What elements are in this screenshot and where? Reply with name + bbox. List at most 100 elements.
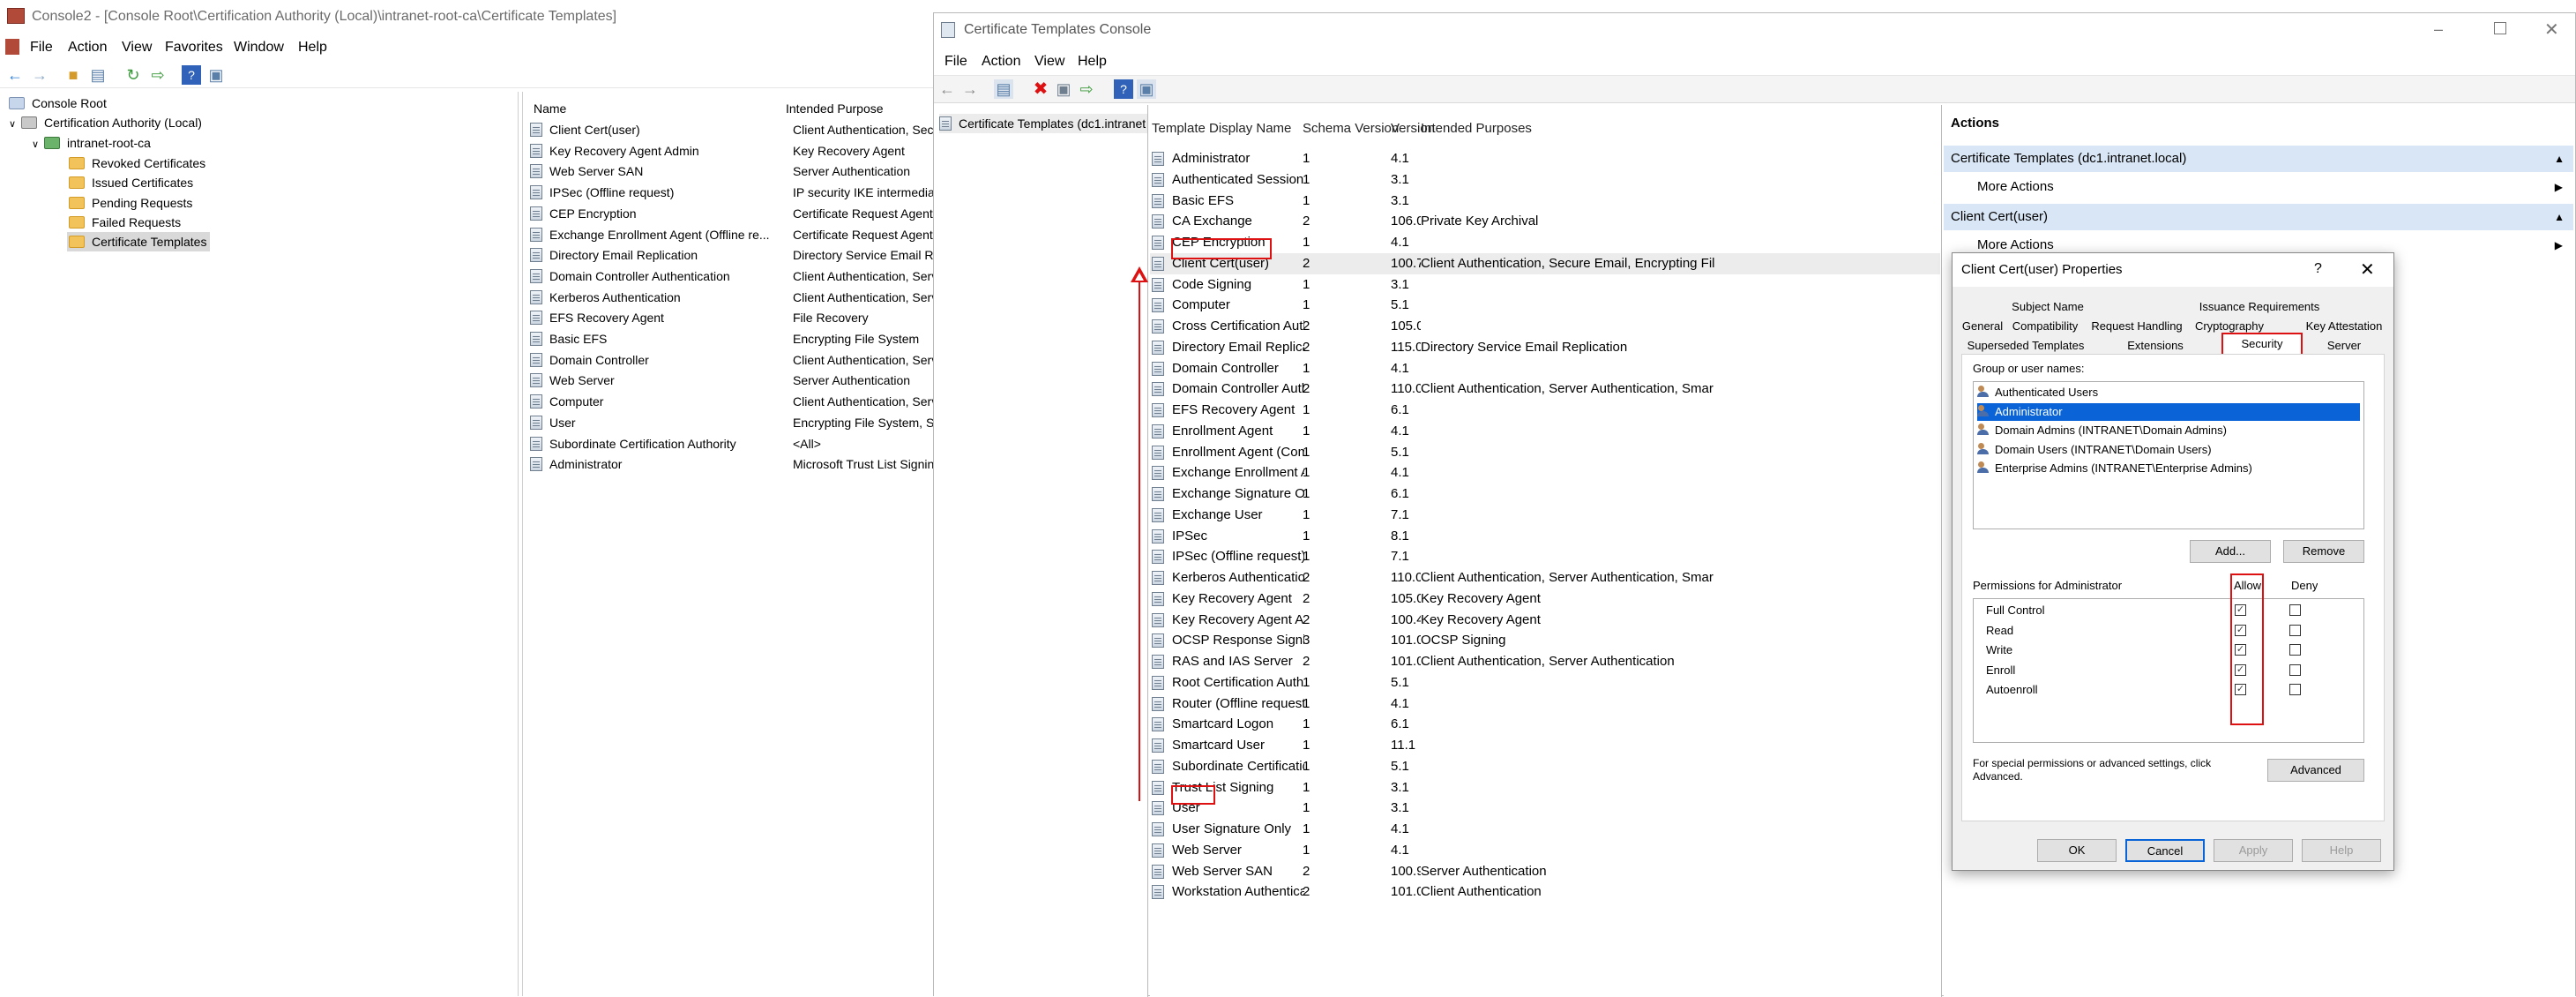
collapse-chevron-icon[interactable]: ∨ <box>9 115 21 134</box>
column-header-schema-version[interactable]: Schema Version <box>1303 121 1399 136</box>
tree-console-root[interactable]: Console Root <box>9 94 107 113</box>
view-icon[interactable]: ▣ <box>1137 79 1156 99</box>
tab-superseded-templates[interactable]: Superseded Templates <box>1960 336 2092 356</box>
up-folder-icon[interactable]: ■ <box>63 65 83 85</box>
list-item[interactable]: EFS Recovery Agent File Recovery <box>530 308 927 327</box>
group-user-item[interactable]: Administrator <box>1977 402 2360 421</box>
tab-server[interactable]: Server <box>2316 336 2372 356</box>
back-arrow-icon[interactable]: ← <box>5 65 25 85</box>
tab-general[interactable]: General <box>1960 317 2005 336</box>
column-header-name[interactable]: Name <box>534 99 710 118</box>
list-item[interactable]: Domain Controller Authentication Client A… <box>530 266 934 286</box>
tab-request-handling[interactable]: Request Handling <box>2085 317 2189 336</box>
deny-checkbox[interactable] <box>2289 624 2301 636</box>
table-row[interactable]: Workstation Authentication2 101.0Client A… <box>1150 881 1940 903</box>
table-row[interactable]: Basic EFS 1 3.1 <box>1150 191 1940 212</box>
properties-icon[interactable]: ▣ <box>1054 79 1073 99</box>
tab-subject-name[interactable]: Subject Name <box>2005 297 2090 317</box>
list-item[interactable]: CEP Encryption Certificate Request Agent <box>530 204 933 223</box>
table-row[interactable]: Exchange User 1 7.1 <box>1150 505 1940 526</box>
tree-failed-requests[interactable]: Failed Requests <box>69 213 181 232</box>
tree-issued-certificates[interactable]: Issued Certificates <box>69 173 193 192</box>
menu-action[interactable]: Action <box>68 40 107 56</box>
menu-view[interactable]: View <box>1034 54 1064 70</box>
list-item[interactable]: Subordinate Certification Authority <All> <box>530 434 927 454</box>
group-user-item[interactable]: Authenticated Users <box>1977 384 2360 401</box>
column-header-purpose[interactable]: Intended Purpose <box>786 99 927 118</box>
tree-server[interactable]: ∨ intranet-root-ca <box>32 133 151 153</box>
add-button[interactable]: Add... <box>2190 540 2271 563</box>
help-icon[interactable]: ? <box>1114 79 1133 99</box>
group-user-item[interactable]: Enterprise Admins (INTRANET\Enterprise A… <box>1977 460 2360 477</box>
table-row[interactable]: Key Recovery Agent 2 105.0 Key Recovery Age… <box>1150 588 1940 610</box>
menu-help[interactable]: Help <box>298 40 327 56</box>
scope-certificate-templates[interactable]: Certificate Templates (dc1.intranet <box>939 114 1147 133</box>
show-tree-icon[interactable]: ▤ <box>994 79 1013 99</box>
collapse-up-icon[interactable]: ▲ <box>2554 204 2565 230</box>
minimize-icon[interactable]: – <box>2434 20 2452 39</box>
table-row[interactable]: User 1 3.1 <box>1150 798 1940 819</box>
tree-pending-requests[interactable]: Pending Requests <box>69 193 192 213</box>
menu-action[interactable]: Action <box>982 54 1020 70</box>
close-icon[interactable]: ✕ <box>2360 259 2375 281</box>
table-row[interactable]: EFS Recovery Agent 1 6.1 <box>1150 400 1940 421</box>
group-user-item[interactable]: Domain Users (INTRANET\Domain Users) <box>1977 441 2360 459</box>
table-row[interactable]: User Signature Only 1 4.1 <box>1150 819 1940 840</box>
table-row[interactable]: Kerberos Authentication 2 110.0 Client Auth… <box>1150 567 1940 588</box>
list-item[interactable]: Basic EFS Encrypting File System <box>530 329 927 349</box>
table-row[interactable]: Enrollment Agent 1 4.1 <box>1150 421 1940 442</box>
tree-revoked-certificates[interactable]: Revoked Certificates <box>69 154 205 173</box>
collapse-up-icon[interactable]: ▲ <box>2554 146 2565 172</box>
table-row[interactable]: Administrator 1 4.1 <box>1150 148 1940 169</box>
menu-favorites[interactable]: Favorites <box>165 40 223 56</box>
deny-checkbox[interactable] <box>2289 604 2301 616</box>
list-item[interactable]: Kerberos Authentication Client Authentica… <box>530 288 934 307</box>
back-arrow-icon[interactable]: ← <box>937 79 957 99</box>
deny-checkbox[interactable] <box>2289 663 2301 676</box>
group-user-item[interactable]: Domain Admins (INTRANET\Domain Admins) <box>1977 422 2360 439</box>
cancel-button[interactable]: Cancel <box>2125 839 2205 862</box>
table-row[interactable]: Web Server SAN 2 100.9 Server Authenticatio… <box>1150 861 1940 882</box>
ok-button[interactable]: OK <box>2037 839 2117 862</box>
table-row[interactable]: Key Recovery Agent Admin2 100.4Key Recove… <box>1150 610 1940 631</box>
forward-arrow-icon[interactable]: → <box>30 65 49 85</box>
maximize-icon[interactable] <box>2494 22 2506 34</box>
list-item[interactable]: Directory Email Replication Directory Ser… <box>530 245 934 265</box>
menu-file[interactable]: File <box>30 40 53 56</box>
table-row[interactable]: Smartcard User 1 11.1 <box>1150 735 1940 756</box>
tab-issuance-requirements[interactable]: Issuance Requirements <box>2189 297 2330 317</box>
close-icon[interactable]: ✕ <box>2544 19 2562 41</box>
delete-icon[interactable]: ✖ <box>1031 79 1050 99</box>
list-item[interactable]: Web Server Server Authentication <box>530 371 927 390</box>
tab-extensions[interactable]: Extensions <box>2120 336 2191 356</box>
export-icon[interactable]: ⇨ <box>148 65 168 85</box>
context-help-icon[interactable]: ? <box>2314 261 2322 277</box>
help-icon[interactable]: ? <box>182 65 201 85</box>
table-row[interactable]: RAS and IAS Server 2 101.0 Client Authentic… <box>1150 651 1940 672</box>
list-item[interactable]: User Encrypting File System, Se <box>530 413 934 432</box>
export-icon[interactable]: ⇨ <box>1077 79 1096 99</box>
help-button[interactable]: Help <box>2302 839 2381 862</box>
table-row[interactable]: Router (Offline request) 1 4.1 <box>1150 693 1940 715</box>
list-item[interactable]: Web Server SAN Server Authentication <box>530 161 927 181</box>
table-row[interactable]: Cross Certification Authority2 105.0 <box>1150 316 1940 337</box>
forward-arrow-icon[interactable]: → <box>960 79 980 99</box>
list-item[interactable]: Exchange Enrollment Agent (Offline re...… <box>530 225 933 244</box>
table-row[interactable]: CA Exchange 2 106.0 Private Key Archival <box>1150 211 1940 232</box>
list-item[interactable]: IPSec (Offline request) IP security IKE i… <box>530 183 934 202</box>
refresh-icon[interactable]: ↻ <box>123 65 143 85</box>
table-row[interactable]: Subordinate Certification Authority1 5.1 <box>1150 756 1940 777</box>
table-row[interactable]: Computer 1 5.1 <box>1150 295 1940 316</box>
more-actions-templates[interactable]: More Actions ▶ <box>1944 174 2573 200</box>
properties-icon[interactable]: ▣ <box>206 65 226 85</box>
tab-key-attestation[interactable]: Key Attestation <box>2300 317 2388 336</box>
table-row[interactable]: Enrollment Agent (Computer)1 5.1 <box>1150 442 1940 463</box>
list-item[interactable]: Client Cert(user) Client Authentication, … <box>530 120 934 139</box>
table-row[interactable]: Authenticated Session 1 3.1 <box>1150 169 1940 191</box>
deny-checkbox[interactable] <box>2289 644 2301 656</box>
table-row[interactable]: Root Certification Authority1 5.1 <box>1150 672 1940 693</box>
table-row[interactable]: Code Signing 1 3.1 <box>1150 274 1940 296</box>
table-row[interactable]: Domain Controller 1 4.1 <box>1150 358 1940 379</box>
tree-certification-authority[interactable]: ∨ Certification Authority (Local) <box>9 113 202 132</box>
menu-window[interactable]: Window <box>234 40 284 56</box>
